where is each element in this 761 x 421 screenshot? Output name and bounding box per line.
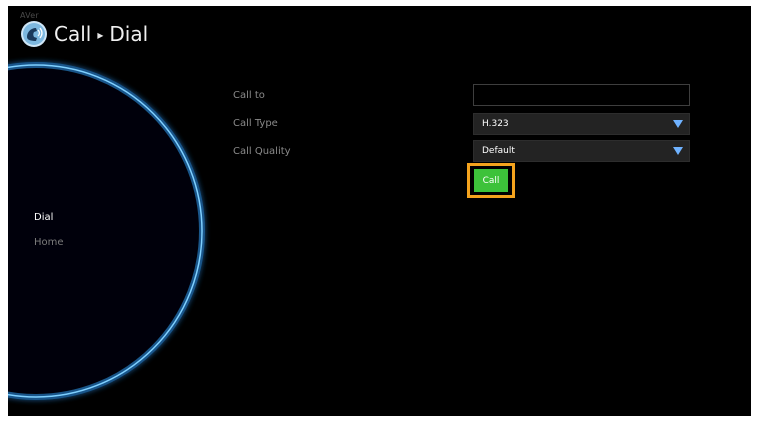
decorative-arc (8, 62, 205, 400)
sidebar-item-home[interactable]: Home (34, 237, 64, 248)
call-quality-label: Call Quality (233, 146, 291, 157)
sidebar-item-dial[interactable]: Dial (34, 212, 53, 223)
phone-icon (21, 21, 47, 47)
call-type-value: H.323 (482, 119, 509, 129)
call-type-label: Call Type (233, 118, 278, 129)
breadcrumb-arrow: ▸ (97, 28, 104, 42)
page-title: Call ▸ Dial (20, 20, 148, 48)
title-section: Call (54, 22, 92, 46)
chevron-down-icon (673, 147, 683, 155)
call-quality-select[interactable]: Default (473, 140, 690, 162)
screen: AVer Call ▸ Dial Dial Home Call to Call … (8, 6, 751, 416)
brand-logo: AVer (20, 11, 39, 20)
call-to-label: Call to (233, 90, 265, 101)
call-button-highlight: Call (467, 163, 515, 198)
chevron-down-icon (673, 120, 683, 128)
call-type-select[interactable]: H.323 (473, 113, 690, 135)
call-quality-value: Default (482, 146, 515, 156)
title-page: Dial (109, 22, 149, 46)
call-button[interactable]: Call (474, 169, 508, 192)
call-to-input[interactable] (473, 84, 690, 106)
